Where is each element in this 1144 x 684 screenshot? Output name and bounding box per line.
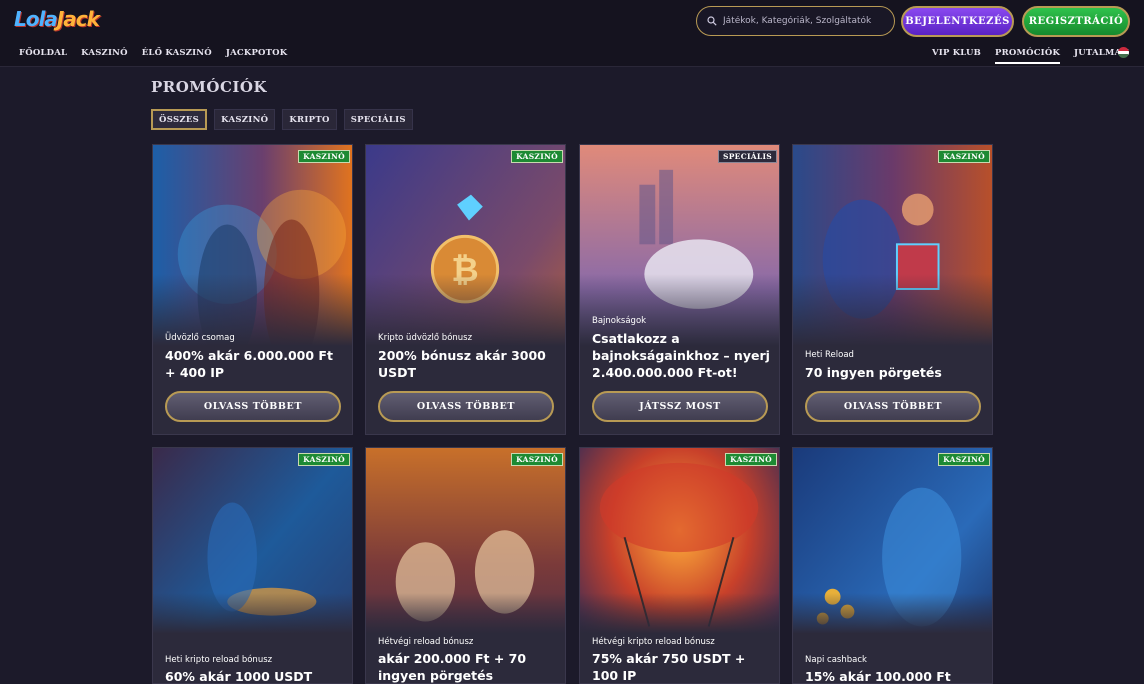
nav-item-home[interactable]: FŐOLDAL bbox=[19, 48, 67, 58]
promo-headline: 200% bónusz akár 3000 USDT bbox=[378, 348, 546, 380]
read-more-button[interactable]: OLVASS TÖBBET bbox=[165, 391, 341, 422]
filter-casino[interactable]: KASZINÓ bbox=[214, 109, 276, 130]
search-input[interactable] bbox=[723, 16, 883, 26]
read-more-button[interactable]: OLVASS TÖBBET bbox=[805, 391, 981, 422]
promo-headline: 75% akár 750 USDT + 100 IP bbox=[592, 651, 746, 683]
category-tag: KASZINÓ bbox=[298, 453, 350, 466]
category-tag: KASZINÓ bbox=[938, 150, 990, 163]
promo-subtitle: Hétvégi reload bónusz bbox=[378, 637, 474, 647]
promo-headline: 60% akár 1000 USDT bbox=[165, 669, 313, 684]
filter-special[interactable]: SPECIÁLIS bbox=[343, 109, 413, 130]
promo-subtitle: Heti kripto reload bónusz bbox=[165, 655, 273, 665]
promo-headline: akár 200.000 Ft + 70 ingyen pörgetés bbox=[378, 651, 527, 683]
promo-card-welcome[interactable]: KASZINÓ Üdvözlő csomag 400% akár 6.000.0… bbox=[152, 144, 353, 435]
promo-headline: Csatlakozz a bajnokságainkhoz – nyerj 2.… bbox=[592, 331, 770, 380]
promo-subtitle: Kripto üdvözlő bónusz bbox=[378, 333, 473, 343]
nav-item-promotions[interactable]: PROMÓCIÓK bbox=[995, 48, 1061, 64]
page-title: PROMÓCIÓK bbox=[151, 78, 268, 96]
hungary-flag-icon[interactable] bbox=[1118, 47, 1129, 58]
promo-headline: 400% akár 6.000.000 Ft + 400 IP bbox=[165, 348, 333, 380]
promo-headline: 15% akár 100.000 Ft bbox=[805, 669, 951, 684]
promo-card-weekend-reload[interactable]: KASZINÓ Hétvégi reload bónusz akár 200.0… bbox=[365, 447, 566, 684]
promo-headline: 70 ingyen pörgetés bbox=[805, 365, 942, 380]
promo-subtitle: Hétvégi kripto reload bónusz bbox=[592, 637, 715, 647]
promo-subtitle: Heti Reload bbox=[805, 350, 854, 360]
nav-item-jackpots[interactable]: JACKPOTOK bbox=[226, 48, 287, 58]
lolajack-logo[interactable]: LolaJack bbox=[14, 7, 100, 31]
filter-crypto[interactable]: KRIPTO bbox=[282, 109, 337, 130]
promo-card-weekly-reload[interactable]: KASZINÓ Heti Reload 70 ingyen pörgetés O… bbox=[792, 144, 993, 435]
play-now-button[interactable]: JÁTSSZ MOST bbox=[592, 391, 768, 422]
promo-filter-tabs: ÖSSZES KASZINÓ KRIPTO SPECIÁLIS bbox=[151, 109, 413, 130]
category-tag: KASZINÓ bbox=[938, 453, 990, 466]
read-more-button[interactable]: OLVASS TÖBBET bbox=[378, 391, 554, 422]
filter-all[interactable]: ÖSSZES bbox=[151, 109, 208, 130]
category-tag: KASZINÓ bbox=[725, 453, 777, 466]
secondary-nav: VIP KLUB PROMÓCIÓK JUTALMAK bbox=[932, 48, 1143, 64]
promo-subtitle: Bajnokságok bbox=[592, 316, 647, 326]
promo-card-tournaments[interactable]: SPECIÁLIS Bajnokságok Csatlakozz a bajno… bbox=[579, 144, 780, 435]
category-tag: SPECIÁLIS bbox=[718, 150, 777, 163]
category-tag: KASZINÓ bbox=[511, 453, 563, 466]
search-box[interactable] bbox=[696, 6, 895, 36]
promo-subtitle: Napi cashback bbox=[805, 655, 867, 665]
search-icon bbox=[707, 16, 717, 26]
promo-card-weekend-crypto-reload[interactable]: KASZINÓ Hétvégi kripto reload bónusz 75%… bbox=[579, 447, 780, 684]
nav-item-casino[interactable]: KASZINÓ bbox=[81, 48, 128, 58]
login-button[interactable]: BEJELENTKEZÉS bbox=[901, 6, 1014, 37]
category-tag: KASZINÓ bbox=[511, 150, 563, 163]
top-header: LolaJack BEJELENTKEZÉS REGISZTRÁCIÓ FŐOL… bbox=[0, 0, 1144, 67]
category-tag: KASZINÓ bbox=[298, 150, 350, 163]
nav-item-vip-club[interactable]: VIP KLUB bbox=[932, 48, 981, 64]
promo-card-crypto-welcome[interactable]: ₿ KASZINÓ Kripto üdvözlő bónusz 200% bón… bbox=[365, 144, 566, 435]
main-nav: FŐOLDAL KASZINÓ ÉLŐ KASZINÓ JACKPOTOK bbox=[19, 48, 301, 58]
nav-item-live-casino[interactable]: ÉLŐ KASZINÓ bbox=[142, 48, 212, 58]
promo-card-daily-cashback[interactable]: KASZINÓ Napi cashback 15% akár 100.000 F… bbox=[792, 447, 993, 684]
register-button[interactable]: REGISZTRÁCIÓ bbox=[1022, 6, 1130, 37]
promo-subtitle: Üdvözlő csomag bbox=[165, 333, 235, 343]
promo-card-weekly-crypto-reload[interactable]: KASZINÓ Heti kripto reload bónusz 60% ak… bbox=[152, 447, 353, 684]
